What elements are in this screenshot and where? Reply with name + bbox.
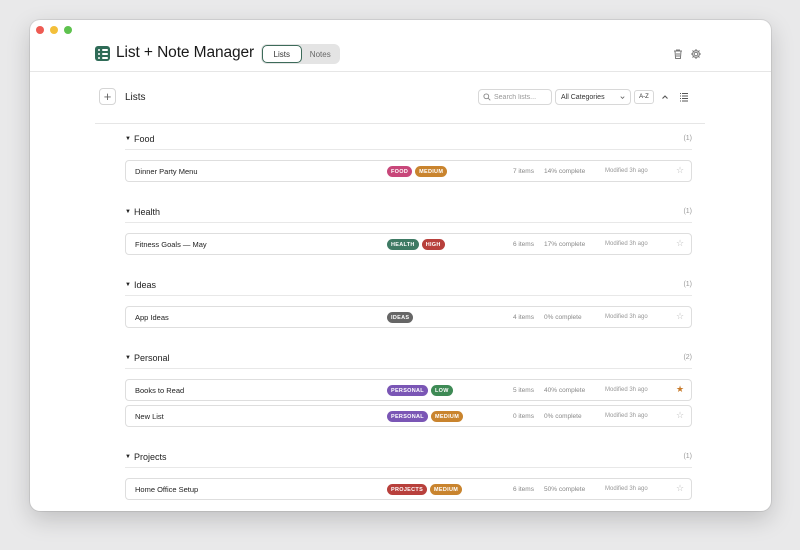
list-row[interactable]: Books to Read PERSONAL LOW 5 items 40% compl… [125,379,692,401]
list-row[interactable]: App Ideas IDEAS 4 items 0% complete Modified… [125,306,692,328]
group-count: (1) [683,135,692,142]
caret-down-icon[interactable]: ▼ [125,355,131,361]
category-select[interactable]: All Categories [555,89,631,105]
group-name: Ideas [134,280,157,290]
list-name: New List [135,412,164,421]
list-name: App Ideas [135,313,169,322]
chevron-up-icon[interactable] [660,91,670,103]
tag-badge: MEDIUM [430,484,463,495]
group-name: Food [134,134,155,144]
group-header[interactable]: ▼ Projects (1) [125,448,692,468]
tag-badge: HEALTH [387,239,419,250]
section-title: Lists [125,92,146,103]
tab-lists[interactable]: Lists [262,45,302,63]
list-row[interactable]: Fitness Goals — May HEALTH HIGH 6 items 17% … [125,233,692,255]
lists-toolbar: + Lists All Categories A-Z [95,72,705,124]
star-icon[interactable]: ☆ [676,238,684,249]
item-count: 0 items [513,413,534,420]
tag-badge: MEDIUM [415,166,448,177]
mode-toggle: Lists Notes [261,44,340,64]
caret-down-icon[interactable]: ▼ [125,209,131,215]
completion-status: 40% complete [544,387,586,394]
app-header: List + Note Manager Lists Notes [30,20,771,72]
item-count: 4 items [513,314,534,321]
group-count: (1) [683,453,692,460]
tag-group: IDEAS [387,312,414,323]
completion-status: 0% complete [544,314,582,321]
item-count: 6 items [513,241,534,248]
tag-badge: PERSONAL [387,411,428,422]
group-count: (1) [683,281,692,288]
group-name: Projects [134,452,167,462]
caret-down-icon[interactable]: ▼ [125,454,131,460]
group-count: (2) [683,354,692,361]
modified-time: Modified 3h ago [605,387,648,393]
tag-group: PERSONAL LOW [387,385,453,396]
modified-time: Modified 3h ago [605,241,648,247]
tag-badge: PROJECTS [387,484,428,495]
tag-group: PERSONAL MEDIUM [387,411,464,422]
group-count: (1) [683,208,692,215]
modified-time: Modified 3h ago [605,168,648,174]
app-title: List + Note Manager [116,44,255,61]
item-count: 5 items [513,387,534,394]
group-name: Health [134,207,161,217]
caret-down-icon[interactable]: ▼ [125,136,131,142]
modified-time: Modified 3h ago [605,413,648,419]
completion-status: 14% complete [544,168,586,175]
chevron-down-icon [620,95,625,99]
group-header[interactable]: ▼ Health (1) [125,203,692,223]
tag-badge: PERSONAL [387,385,428,396]
list-view-icon[interactable] [679,92,689,102]
search-input[interactable] [494,93,550,101]
item-count: 7 items [513,168,534,175]
tag-badge: HIGH [421,239,445,250]
group-header[interactable]: ▼ Personal (2) [125,349,692,369]
tag-badge: LOW [430,385,453,396]
list-name: Fitness Goals — May [135,240,207,249]
group-header[interactable]: ▼ Ideas (1) [125,276,692,296]
tab-notes[interactable]: Notes [302,45,340,63]
tag-badge: MEDIUM [430,411,464,422]
sort-button[interactable]: A-Z [634,90,654,104]
category-select-value: All Categories [561,93,605,101]
group-name: Personal [134,353,170,363]
modified-time: Modified 3h ago [605,314,648,320]
item-count: 6 items [513,486,534,493]
tag-group: PROJECTS MEDIUM [387,484,463,495]
star-icon[interactable]: ☆ [676,483,684,494]
completion-status: 17% complete [544,241,586,248]
add-list-button[interactable]: + [99,88,116,105]
search-field[interactable] [478,89,552,105]
list-name: Home Office Setup [135,485,199,494]
tag-group: HEALTH HIGH [387,239,445,250]
search-icon [483,93,491,101]
gear-icon[interactable] [690,48,702,60]
star-icon[interactable]: ★ [676,384,684,395]
star-icon[interactable]: ☆ [676,311,684,322]
tag-group: FOOD MEDIUM [387,166,448,177]
list-name: Dinner Party Menu [135,167,198,176]
caret-down-icon[interactable]: ▼ [125,282,131,288]
list-row[interactable]: New List PERSONAL MEDIUM 0 items 0% complete… [125,405,692,427]
completion-status: 0% complete [544,413,582,420]
app-window: List + Note Manager Lists Notes + Lists … [30,20,771,511]
tag-badge: FOOD [387,166,413,177]
list-logo-icon [95,46,110,61]
trash-icon[interactable] [672,48,684,60]
star-icon[interactable]: ☆ [676,410,684,421]
star-icon[interactable]: ☆ [676,165,684,176]
group-header[interactable]: ▼ Food (1) [125,130,692,150]
list-row[interactable]: Dinner Party Menu FOOD MEDIUM 7 items 14% co… [125,160,692,182]
list-name: Books to Read [135,386,185,395]
completion-status: 50% complete [544,486,586,493]
list-row[interactable]: Home Office Setup PROJECTS MEDIUM 6 items 50… [125,478,692,500]
tag-badge: IDEAS [387,312,414,323]
modified-time: Modified 3h ago [605,486,648,492]
